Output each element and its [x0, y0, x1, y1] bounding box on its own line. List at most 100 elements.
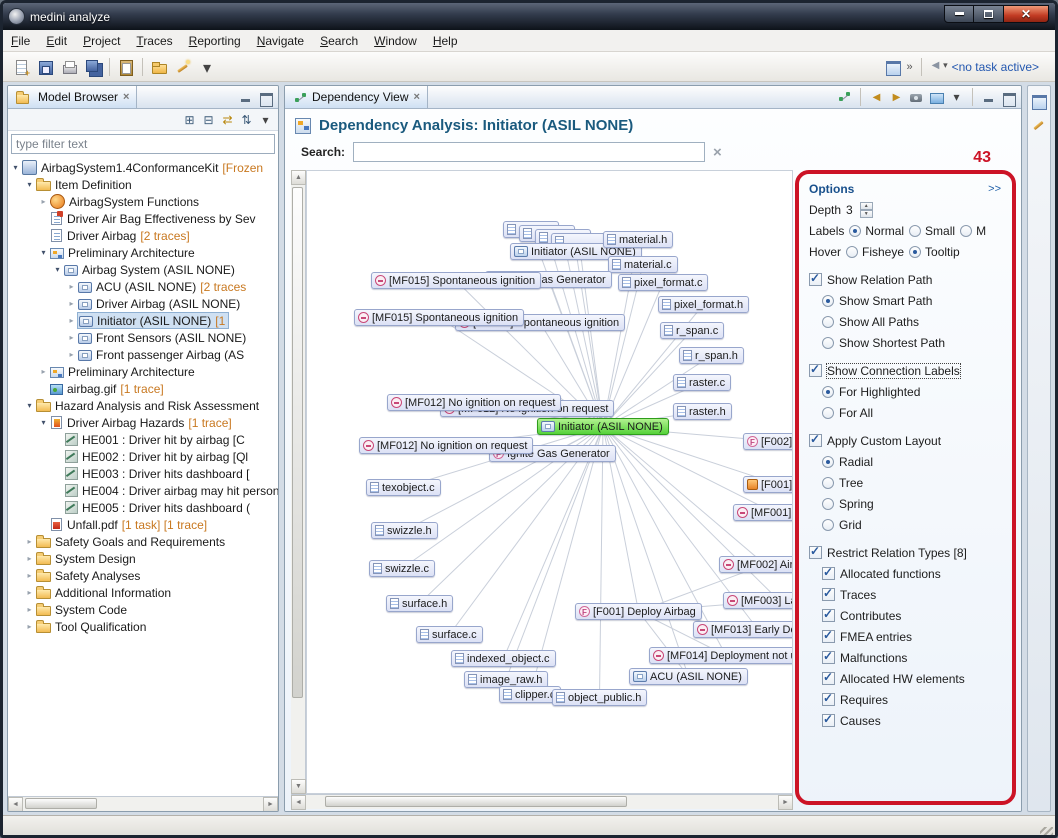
option-fisheye[interactable]: Fisheye — [846, 245, 904, 259]
close-tab-icon[interactable]: × — [414, 92, 420, 103]
back-icon[interactable] — [868, 89, 885, 106]
tree-item-system-code[interactable]: ▸System Code — [8, 601, 278, 618]
option-show-smart-path[interactable]: Show Smart Path — [809, 290, 1015, 311]
tree-item-front-sensors-asil-none[interactable]: ▸Front Sensors (ASIL NONE) — [8, 329, 278, 346]
graph-canvas[interactable]: Initiator (ASIL NONE)material.hmaterial.… — [306, 170, 793, 794]
radio-selected-icon[interactable] — [849, 225, 861, 237]
expand-arrow-icon[interactable]: ▸ — [24, 622, 35, 631]
link-editor-icon[interactable] — [219, 111, 236, 128]
maximize-button[interactable] — [974, 5, 1003, 23]
tree-item-driver-air-bag-effectiveness-by-sev[interactable]: Driver Air Bag Effectiveness by Sev — [8, 210, 278, 227]
option-apply-custom-layout[interactable]: Apply Custom Layout — [809, 430, 1015, 451]
graph-icon[interactable] — [836, 89, 853, 106]
expand-arrow-icon[interactable]: ▸ — [24, 571, 35, 580]
radio-unselected-icon[interactable] — [822, 337, 834, 349]
graph-node-texobject-c[interactable]: texobject.c — [366, 479, 441, 496]
expand-arrow-icon[interactable]: ▸ — [38, 197, 49, 206]
scroll-left-icon[interactable]: ◄ — [8, 797, 23, 812]
close-button[interactable]: ✕ — [1003, 5, 1049, 23]
graph-node-mf012-no-ignition-on-request[interactable]: [MF012] No ignition on request — [387, 394, 561, 411]
collapse-arrow-icon[interactable]: ▾ — [24, 180, 35, 189]
radio-selected-icon[interactable] — [822, 456, 834, 468]
tree-item-preliminary-architecture[interactable]: ▸Preliminary Architecture — [8, 363, 278, 380]
graph-horizontal-scrollbar[interactable]: ◄ ► — [291, 794, 793, 809]
scroll-right-icon[interactable]: ► — [263, 797, 278, 812]
wand-button[interactable] — [171, 55, 195, 79]
option-allocated-functions[interactable]: Allocated functions — [809, 563, 1015, 584]
depth-spinner[interactable]: ▲▼ — [860, 202, 873, 218]
checkbox-checked-icon[interactable] — [809, 546, 822, 559]
menu-item-reporting[interactable]: Reporting — [181, 31, 249, 51]
scrollbar-thumb[interactable] — [325, 796, 627, 807]
expand-arrow-icon[interactable]: ▸ — [24, 588, 35, 597]
option-for-highlighted[interactable]: For Highlighted — [809, 381, 1015, 402]
graph-node-mf015-spontaneous-ignition[interactable]: [MF015] Spontaneous ignition — [354, 309, 524, 326]
option-m[interactable]: M — [960, 224, 986, 238]
checkbox-checked-icon[interactable] — [822, 693, 835, 706]
expand-all-icon[interactable] — [181, 111, 198, 128]
graph-node-raster-c[interactable]: raster.c — [673, 374, 731, 391]
tree-item-additional-information[interactable]: ▸Additional Information — [8, 584, 278, 601]
minimize-button[interactable] — [944, 5, 974, 23]
caret-icon[interactable] — [948, 89, 965, 106]
perspective-icon[interactable] — [884, 58, 902, 76]
checkbox-checked-icon[interactable] — [822, 714, 835, 727]
graph-node-mf015-spontaneous-ignition[interactable]: [MF015] Spontaneous ignition — [371, 272, 541, 289]
filter-input[interactable] — [11, 134, 275, 154]
option-radial[interactable]: Radial — [809, 451, 1015, 472]
menu-item-project[interactable]: Project — [75, 31, 128, 51]
graph-node-mf001-un[interactable]: [MF001] Un — [733, 504, 793, 521]
radio-selected-icon[interactable] — [909, 246, 921, 258]
search-input[interactable] — [353, 142, 705, 162]
tree-item-initiator-asil-none[interactable]: ▸Initiator (ASIL NONE)[1 — [8, 312, 278, 329]
collapse-arrow-icon[interactable]: ▾ — [10, 163, 21, 172]
option-tree[interactable]: Tree — [809, 472, 1015, 493]
menu-caret-icon[interactable] — [257, 111, 274, 128]
checkbox-checked-icon[interactable] — [809, 364, 822, 377]
tab-dependency-view[interactable]: Dependency View × — [285, 86, 428, 108]
scrollbar-thumb[interactable] — [292, 187, 303, 698]
option-restrict-relation-types-8[interactable]: Restrict Relation Types [8] — [809, 542, 1015, 563]
tree-item-front-passenger-airbag-as[interactable]: ▸Front passenger Airbag (AS — [8, 346, 278, 363]
picture-icon[interactable] — [928, 89, 945, 106]
scroll-up-icon[interactable]: ▲ — [291, 170, 306, 185]
option-small[interactable]: Small — [909, 224, 955, 238]
forward-icon[interactable] — [888, 89, 905, 106]
graph-node-raster-h[interactable]: raster.h — [673, 403, 732, 420]
max-view-icon[interactable] — [1000, 89, 1017, 106]
collapse-arrow-icon[interactable]: ▾ — [38, 248, 49, 257]
option-tooltip[interactable]: Tooltip — [909, 245, 960, 259]
options-expand-link[interactable]: >> — [988, 183, 1015, 195]
tree-item-acu-asil-none[interactable]: ▸ACU (ASIL NONE)[2 traces — [8, 278, 278, 295]
spinner-up-icon[interactable]: ▲ — [860, 202, 873, 210]
collapse-arrow-icon[interactable]: ▾ — [38, 418, 49, 427]
save-button[interactable] — [33, 55, 57, 79]
graph-node-surface-c[interactable]: surface.c — [416, 626, 483, 643]
graph-node-r-span-h[interactable]: r_span.h — [679, 347, 744, 364]
option-show-connection-labels[interactable]: Show Connection Labels — [809, 360, 1015, 381]
tree-item-unfall-pdf[interactable]: Unfall.pdf[1 task] [1 trace] — [8, 516, 278, 533]
expand-arrow-icon[interactable]: ▸ — [66, 333, 77, 342]
graph-node-mf012-no-ignition-on-request[interactable]: [MF012] No ignition on request — [359, 437, 533, 454]
option-for-all[interactable]: For All — [809, 402, 1015, 423]
tree-item-hazard-analysis-and-risk-assessment[interactable]: ▾Hazard Analysis and Risk Assessment — [8, 397, 278, 414]
expand-arrow-icon[interactable]: ▸ — [66, 299, 77, 308]
graph-node-surface-h[interactable]: surface.h — [386, 595, 453, 612]
active-task-label[interactable]: <no task active> — [952, 60, 1039, 74]
menu-item-edit[interactable]: Edit — [38, 31, 75, 51]
option-grid[interactable]: Grid — [809, 514, 1015, 535]
checkbox-checked-icon[interactable] — [822, 609, 835, 622]
option-allocated-hw-elements[interactable]: Allocated HW elements — [809, 668, 1015, 689]
new-button[interactable] — [9, 55, 33, 79]
close-tab-icon[interactable]: × — [123, 92, 129, 103]
tree-item-system-design[interactable]: ▸System Design — [8, 550, 278, 567]
tree-item-driver-airbag-asil-none[interactable]: ▸Driver Airbag (ASIL NONE) — [8, 295, 278, 312]
checkbox-checked-icon[interactable] — [822, 672, 835, 685]
print-button[interactable] — [57, 55, 81, 79]
expand-arrow-icon[interactable]: ▸ — [66, 316, 77, 325]
graph-node-material-c[interactable]: material.c — [608, 256, 678, 273]
spinner-down-icon[interactable]: ▼ — [860, 210, 873, 218]
option-causes[interactable]: Causes — [809, 710, 1015, 731]
menu-item-traces[interactable]: Traces — [128, 31, 180, 51]
graph-node-pixel-format-c[interactable]: pixel_format.c — [618, 274, 708, 291]
